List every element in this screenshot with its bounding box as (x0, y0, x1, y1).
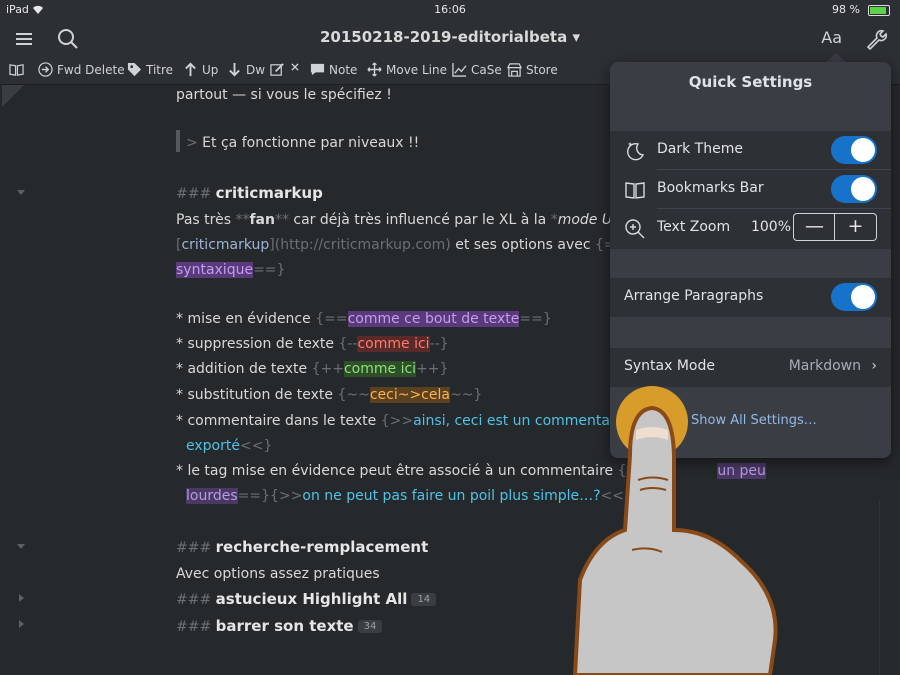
bookmarks-bar-toggle[interactable] (831, 175, 877, 203)
nav-bar: 20150218-2019-editorialbeta ▾ Aa (0, 20, 900, 56)
store-button[interactable]: Store (507, 62, 558, 77)
arrange-paragraphs-row[interactable]: Arrange Paragraphs (610, 278, 891, 316)
move-line-button[interactable]: Move Line (367, 62, 447, 77)
syntax-mode-label: Syntax Mode (624, 358, 715, 374)
count-badge: 34 (357, 620, 383, 633)
battery-percent: 98 % (832, 3, 860, 16)
text-zoom-label: Text Zoom (657, 219, 731, 235)
syntax-mode-value: Markdown (788, 358, 861, 374)
note-label: Note (329, 62, 358, 77)
list-item: * mise en évidence {==comme ce bout de t… (176, 311, 552, 327)
list-item-cont: exporté<<} (186, 438, 273, 454)
up-label: Up (202, 62, 219, 77)
dark-theme-toggle[interactable] (831, 136, 877, 164)
arrow-up-icon (185, 62, 196, 77)
paragraph-line: syntaxique==} (176, 262, 286, 278)
fwd-delete-label: Fwd Delete (57, 62, 125, 77)
dark-theme-row[interactable]: Dark Theme (610, 131, 891, 169)
touch-hand-icon (572, 386, 778, 675)
popover-title: Quick Settings (688, 73, 813, 91)
fold-toggle[interactable] (17, 544, 25, 549)
move-line-label: Move Line (386, 62, 448, 77)
zoom-in-icon (625, 219, 645, 239)
tag-icon (127, 62, 142, 77)
bookmarks-bar-label: Bookmarks Bar (657, 180, 764, 196)
speech-bubble-icon (310, 63, 325, 76)
heading-criticmarkup: ### criticmarkup (176, 184, 323, 202)
store-icon (507, 63, 522, 77)
close-x-button[interactable] (290, 62, 300, 72)
book-icon (625, 182, 645, 199)
bookmarks-bar-row[interactable]: Bookmarks Bar (610, 170, 891, 208)
fold-toggle[interactable] (17, 190, 25, 195)
close-icon (291, 63, 299, 71)
zoom-decrease-button[interactable]: — (794, 214, 835, 240)
page-corner-icon (2, 85, 24, 107)
down-button[interactable]: Dw (227, 62, 265, 77)
arrow-circle-icon (38, 62, 53, 77)
store-label: Store (526, 62, 558, 77)
dw-label: Dw (246, 62, 266, 77)
arrange-paragraphs-label: Arrange Paragraphs (624, 288, 764, 304)
chart-icon (452, 62, 467, 77)
battery-icon (868, 5, 890, 16)
heading-recherche: ### recherche-remplacement (176, 538, 429, 556)
list-item: * addition de texte {++comme ici++} (176, 361, 449, 377)
bookmarks-book-button[interactable] (9, 62, 24, 77)
edit-button[interactable] (270, 62, 285, 77)
clock: 16:06 (434, 3, 466, 16)
fold-toggle[interactable] (19, 594, 24, 602)
dark-theme-label: Dark Theme (657, 141, 743, 157)
book-icon (9, 64, 24, 76)
heading-highlight: ### astucieux Highlight All 14 (176, 590, 437, 608)
settings-group-display: Dark Theme Bookmarks Bar Text Zoom 100% … (610, 131, 891, 249)
paragraph-line: Avec options assez pratiques (176, 566, 380, 582)
document-title[interactable]: 20150218-2019-editorialbeta ▾ (0, 28, 900, 46)
move-arrows-icon (367, 62, 382, 77)
font-settings-button[interactable]: Aa (821, 28, 842, 47)
titre-label: Titre (146, 62, 174, 77)
case-button[interactable]: CaSe (452, 62, 502, 77)
status-bar: iPad 16:06 98 % (0, 0, 900, 20)
zoom-value: 100% (750, 219, 791, 235)
moon-icon (627, 142, 645, 161)
note-button[interactable]: Note (310, 62, 357, 77)
list-item: * suppression de texte {--comme ici--} (176, 336, 449, 352)
zoom-increase-button[interactable]: + (835, 214, 876, 240)
paragraph-line: Pas très **fan** car déjà très influencé… (176, 212, 648, 228)
text-zoom-row: Text Zoom 100% — + (610, 209, 891, 247)
list-item-cont: lourdes==}{>>on ne peut pas faire un poi… (186, 488, 633, 504)
case-label: CaSe (471, 62, 502, 77)
blockquote-bar (176, 130, 180, 152)
list-item: * substitution de texte {~~ceci~>cela~~} (176, 387, 483, 403)
fwd-delete-button[interactable]: Fwd Delete (38, 62, 125, 77)
fold-toggle[interactable] (19, 620, 24, 628)
arrange-paragraphs-toggle[interactable] (831, 283, 877, 311)
zoom-stepper[interactable]: — + (793, 213, 877, 241)
blockquote-line: > Et ça fonctionne par niveaux !! (186, 135, 420, 151)
scroll-gutter (879, 500, 900, 675)
count-badge: 14 (411, 593, 437, 606)
heading-barrer: ### barrer son texte 34 (176, 617, 383, 635)
titre-button[interactable]: Titre (127, 62, 173, 77)
text-line: partout — si vous le spécifiez ! (176, 87, 392, 103)
chevron-right-icon: › (871, 358, 877, 374)
wrench-icon[interactable] (862, 26, 888, 52)
up-button[interactable]: Up (183, 62, 218, 77)
arrow-down-icon (229, 62, 240, 77)
edit-icon (270, 63, 284, 76)
settings-group-arrange: Arrange Paragraphs (610, 278, 891, 317)
paragraph-line: [criticmarkup](http://criticmarkup.com) … (176, 237, 648, 253)
